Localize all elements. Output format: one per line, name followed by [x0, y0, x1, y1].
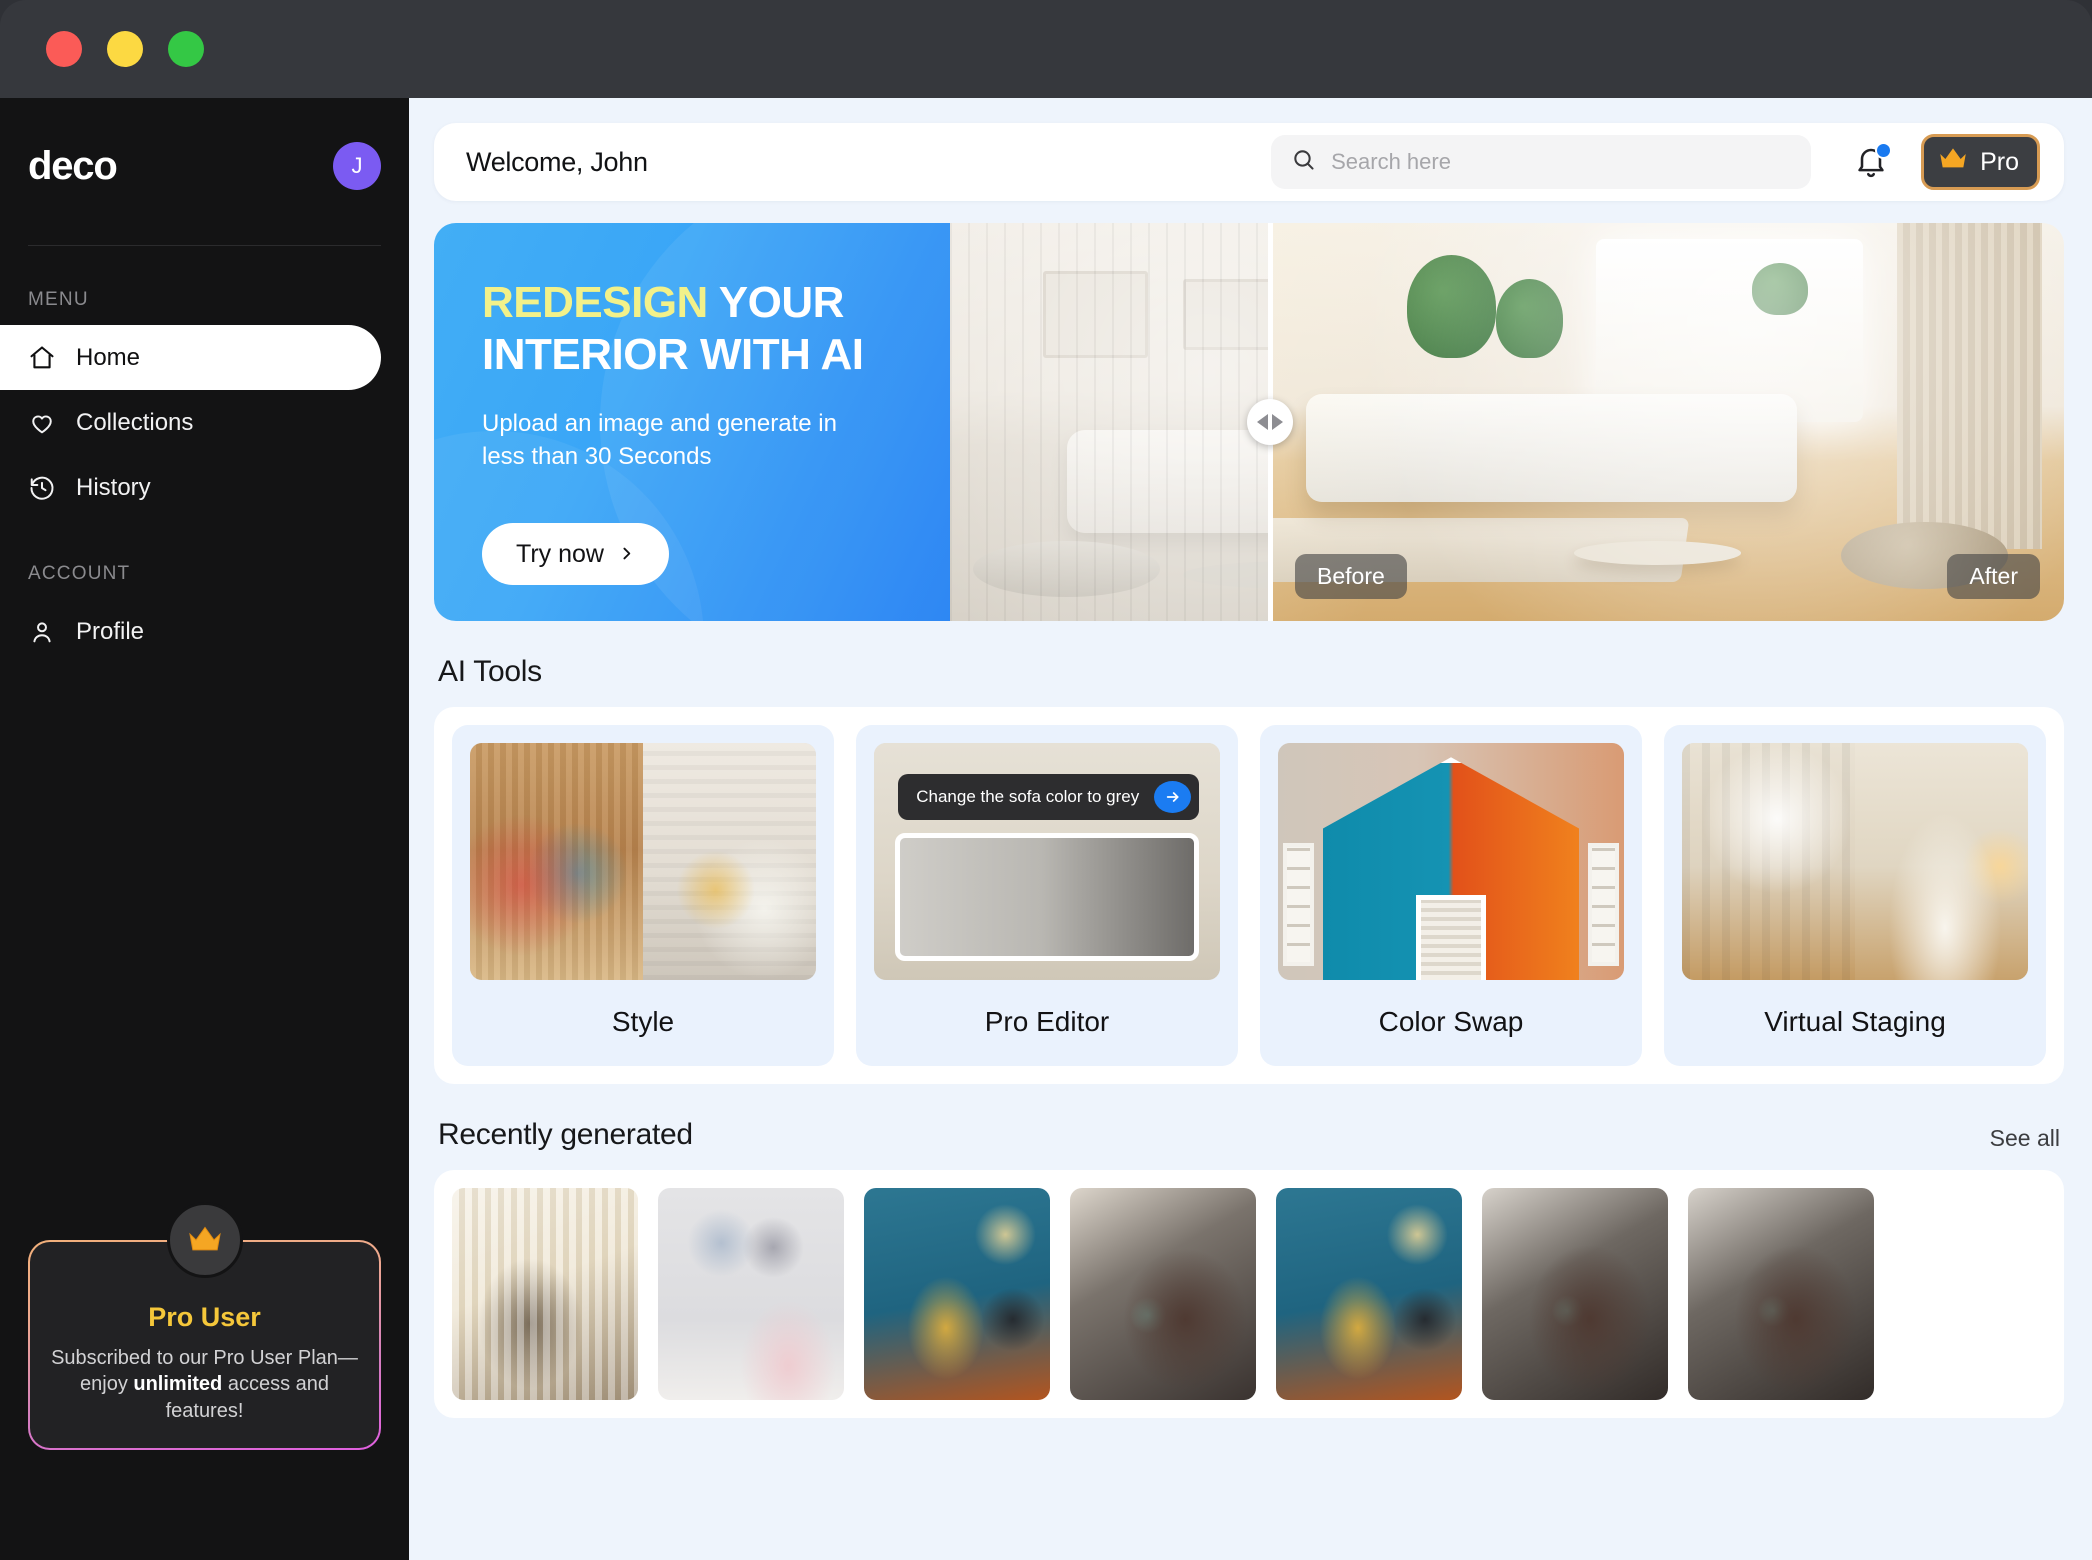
hero-before-after-viewer[interactable]: Before After [950, 223, 2064, 621]
sidebar-item-profile[interactable]: Profile [0, 599, 381, 664]
sidebar-item-label: Collections [76, 408, 194, 436]
avatar[interactable]: J [333, 142, 381, 190]
pro-card-description: Subscribed to our Pro User Plan—enjoy un… [50, 1345, 359, 1424]
page-title: Welcome, John [466, 146, 648, 177]
sidebar-divider [28, 245, 381, 246]
arrow-right-circle-icon[interactable] [1154, 780, 1192, 813]
sidebar-item-label: Home [76, 343, 141, 371]
sidebar-item-label: History [76, 473, 151, 501]
after-label: After [1947, 554, 2040, 599]
sidebar-menu-list: Home Collections History [0, 325, 409, 520]
recent-item[interactable] [452, 1188, 638, 1400]
sidebar-menu-label: MENU [28, 289, 89, 310]
recent-item[interactable] [1070, 1188, 1256, 1400]
sidebar-item-label: Profile [76, 617, 145, 645]
crown-icon [166, 1201, 243, 1278]
recent-item[interactable] [1688, 1188, 1874, 1400]
search-icon [1291, 147, 1317, 178]
tool-thumbnail [470, 743, 816, 980]
ai-tools-header: AI Tools [438, 655, 2060, 689]
recent-item[interactable] [864, 1188, 1050, 1400]
heart-icon [28, 409, 56, 437]
search-box[interactable] [1271, 135, 1812, 189]
pro-user-card-wrapper: Pro User Subscribed to our Pro User Plan… [28, 1201, 381, 1450]
sidebar-item-collections[interactable]: Collections [0, 390, 381, 455]
recent-item[interactable] [658, 1188, 844, 1400]
app-logo: deco [28, 143, 118, 188]
recently-generated-title: Recently generated [438, 1118, 693, 1151]
sidebar-item-home[interactable]: Home [0, 325, 381, 390]
pro-button-label: Pro [1980, 147, 2019, 176]
hero-banner: REDESIGN YOUR INTERIOR WITH AI Upload an… [434, 223, 2064, 621]
minimize-window-button[interactable] [107, 31, 143, 67]
tool-card-pro-editor[interactable]: Change the sofa color to grey Pro Editor [856, 725, 1238, 1066]
left-arrow-icon [1257, 414, 1268, 430]
sidebar-brand-row: deco J [28, 134, 381, 198]
before-after-slider-handle[interactable] [1247, 399, 1293, 445]
hero-title-highlight: REDESIGN [482, 278, 708, 327]
tool-label: Color Swap [1378, 1006, 1524, 1037]
page-header: Welcome, John Search here Pro [434, 123, 2064, 201]
hero-subtitle: Upload an image and generate in less tha… [482, 409, 837, 470]
recently-generated-panel [434, 1170, 2064, 1418]
ai-tools-panel: Style Change the sofa color to grey Pro … [434, 707, 2064, 1084]
crown-icon [1936, 142, 1970, 183]
tool-thumbnail: Change the sofa color to grey [874, 743, 1220, 980]
pro-card-title: Pro User [148, 1301, 261, 1332]
app-window: deco J MENU Home Collections History ACC… [0, 0, 2092, 1560]
try-now-label: Try now [516, 539, 604, 568]
hero-before-image [950, 223, 1268, 621]
close-window-button[interactable] [46, 31, 82, 67]
tool-label: Virtual Staging [1764, 1006, 1946, 1037]
tool-label: Pro Editor [984, 1006, 1110, 1037]
sidebar: deco J MENU Home Collections History ACC… [0, 98, 409, 1560]
tool-card-virtual-staging[interactable]: Virtual Staging [1664, 725, 2046, 1066]
prompt-text: Change the sofa color to grey [916, 786, 1140, 806]
hero-copy-panel: REDESIGN YOUR INTERIOR WITH AI Upload an… [434, 223, 950, 621]
ai-tools-title: AI Tools [438, 655, 542, 688]
home-icon [28, 344, 56, 372]
tool-thumbnail [1278, 743, 1624, 980]
sidebar-account-label: ACCOUNT [28, 563, 131, 584]
search-input[interactable] [1331, 149, 1792, 175]
hero-title: REDESIGN YOUR INTERIOR WITH AI [482, 277, 912, 381]
tool-thumbnail [1682, 743, 2028, 980]
recently-generated-header: Recently generated See all [438, 1118, 2060, 1152]
pro-upgrade-button[interactable]: Pro [1921, 134, 2040, 190]
before-label: Before [1295, 554, 1407, 599]
see-all-link[interactable]: See all [1990, 1125, 2060, 1152]
pro-desc-bold: unlimited [133, 1373, 223, 1396]
recent-item[interactable] [1482, 1188, 1668, 1400]
history-icon [28, 474, 56, 502]
chevron-right-icon [618, 540, 635, 569]
sidebar-account-list: Profile [0, 599, 409, 664]
recent-item[interactable] [1276, 1188, 1462, 1400]
prompt-bubble: Change the sofa color to grey [898, 773, 1200, 820]
try-now-button[interactable]: Try now [482, 523, 669, 586]
maximize-window-button[interactable] [168, 31, 204, 67]
sidebar-item-history[interactable]: History [0, 455, 381, 520]
tool-card-style[interactable]: Style [452, 725, 834, 1066]
notifications-button[interactable] [1849, 140, 1893, 184]
main-content: Welcome, John Search here Pro REDESIGN Y… [409, 98, 2092, 1560]
tool-card-color-swap[interactable]: Color Swap [1260, 725, 1642, 1066]
right-arrow-icon [1272, 414, 1283, 430]
tool-label: Style [611, 1006, 675, 1037]
window-titlebar [0, 0, 2092, 98]
notification-badge [1875, 142, 1893, 159]
user-icon [28, 618, 56, 646]
